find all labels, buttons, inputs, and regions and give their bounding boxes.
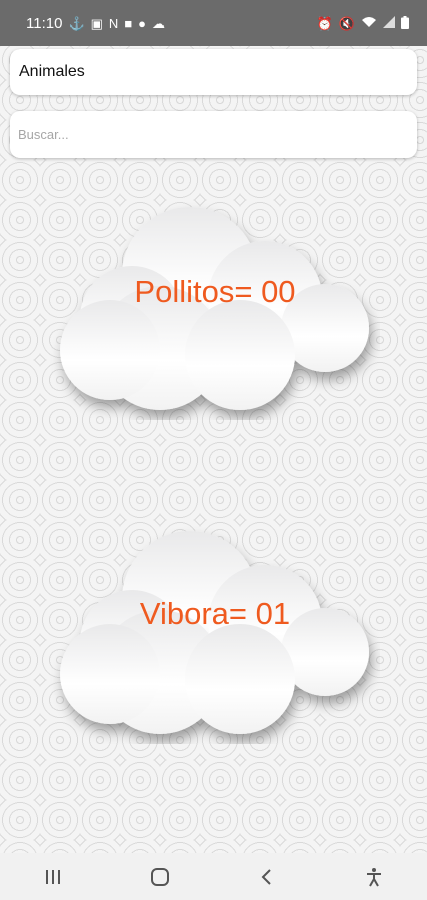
flipboard-icon: ■ [124, 15, 133, 31]
search-input[interactable] [16, 126, 411, 143]
status-bar: 11:10 ⚓ ▣ N ■ ● ☁ ⏰ 🔇 [0, 0, 427, 46]
usb-icon: ⚓ [68, 15, 85, 31]
category-field[interactable]: Animales [10, 49, 417, 95]
image-icon: ▣ [90, 15, 103, 31]
category-value: Animales [19, 63, 85, 80]
status-time: 11:10 [26, 14, 63, 32]
whatsapp-icon: ● [138, 15, 147, 31]
cloud-shape [60, 207, 369, 410]
card-label: Pollitos= 00 [134, 274, 296, 309]
recent-apps-icon[interactable] [33, 857, 73, 897]
signal-icon [383, 16, 395, 30]
mute-icon: 🔇 [338, 15, 355, 31]
status-left: 11:10 ⚓ ▣ N ■ ● ☁ [26, 15, 165, 32]
animal-card-pollitos[interactable]: Pollitos= 00 [50, 200, 380, 420]
accessibility-icon[interactable] [354, 857, 394, 897]
back-icon[interactable] [247, 857, 287, 897]
animal-card-vibora[interactable]: Vibora= 01 [50, 524, 380, 744]
cloud-icon: ☁ [152, 15, 166, 31]
cloud-shape [60, 531, 369, 734]
wifi-icon [361, 16, 377, 30]
alarm-icon: ⏰ [316, 15, 333, 31]
n-icon: N [108, 15, 119, 31]
system-nav-bar [0, 853, 427, 900]
home-icon[interactable] [140, 857, 180, 897]
card-label: Vibora= 01 [139, 596, 291, 631]
status-right: ⏰ 🔇 [316, 15, 409, 31]
battery-icon [401, 15, 409, 31]
search-field[interactable] [10, 111, 417, 158]
